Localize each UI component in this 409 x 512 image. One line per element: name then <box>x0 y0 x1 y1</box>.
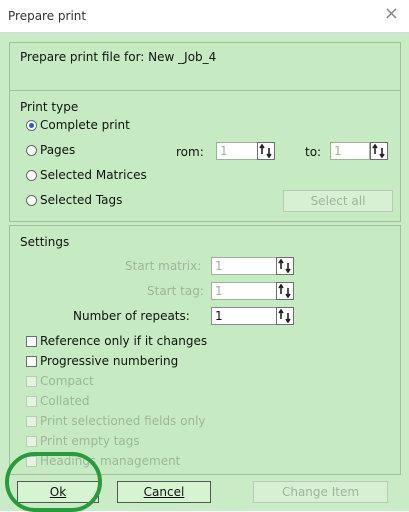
change-item-button[interactable]: Change Item <box>253 481 388 503</box>
prepare-file-label: Prepare print file for: New _Job_4 <box>20 50 217 64</box>
start-tag-spinner[interactable] <box>276 282 294 300</box>
checkbox-progressive-numbering[interactable] <box>26 356 37 367</box>
repeats-label: Number of repeats: <box>73 309 190 323</box>
prepare-file-panel: Prepare print file for: New _Job_4 <box>9 42 401 92</box>
checkbox-empty-tags-label[interactable]: Print empty tags <box>40 434 140 448</box>
checkbox-selectioned-fields-label[interactable]: Print selectioned fields only <box>40 414 206 428</box>
radio-selected-tags-label[interactable]: Selected Tags <box>40 193 122 207</box>
start-matrix-input[interactable]: 1 <box>211 257 281 275</box>
repeats-spinner[interactable] <box>276 307 294 325</box>
checkbox-headings-management-label[interactable]: Headings management <box>40 454 180 468</box>
ok-button[interactable]: Ok <box>17 481 99 503</box>
start-matrix-label: Start matrix: <box>125 259 202 273</box>
spin-arrows-icon <box>278 284 291 298</box>
print-type-group: Print type Complete print Pages rom: 1 t… <box>9 90 401 222</box>
print-type-label: Print type <box>20 100 79 114</box>
radio-selected-matrices-label[interactable]: Selected Matrices <box>40 168 147 182</box>
spin-arrows-icon <box>372 144 385 158</box>
to-input[interactable]: 1 <box>330 142 370 160</box>
title-bar: Prepare print × <box>0 0 409 33</box>
settings-group: Settings Start matrix: 1 Start tag: 1 Nu… <box>9 225 401 475</box>
start-tag-input[interactable]: 1 <box>211 282 281 300</box>
radio-pages[interactable] <box>26 145 37 156</box>
checkbox-reference-only[interactable] <box>26 336 37 347</box>
start-matrix-spinner[interactable] <box>276 257 294 275</box>
checkbox-compact[interactable] <box>26 376 37 387</box>
from-label: rom: <box>176 145 204 159</box>
to-spinner[interactable] <box>370 142 388 160</box>
dialog-footer: Ok Cancel Change Item <box>0 475 409 511</box>
start-tag-label: Start tag: <box>147 284 204 298</box>
radio-pages-label[interactable]: Pages <box>40 143 75 157</box>
checkbox-reference-only-label[interactable]: Reference only if it changes <box>40 334 207 348</box>
checkbox-headings-management[interactable] <box>26 456 37 467</box>
ok-button-label: Ok <box>49 485 67 499</box>
repeats-input[interactable]: 1 <box>211 307 281 325</box>
cancel-button[interactable]: Cancel <box>117 481 211 503</box>
radio-selected-tags[interactable] <box>26 195 37 206</box>
radio-complete-print[interactable] <box>26 120 37 131</box>
spin-arrows-icon <box>259 144 272 158</box>
settings-label: Settings <box>20 235 70 249</box>
spin-arrows-icon <box>278 259 291 273</box>
from-spinner[interactable] <box>257 142 275 160</box>
checkbox-collated-label[interactable]: Collated <box>40 394 89 408</box>
cancel-button-label: Cancel <box>143 485 185 499</box>
window-title: Prepare print <box>8 9 87 23</box>
prepare-print-dialog: Prepare print × Prepare print file for: … <box>0 0 409 512</box>
close-icon[interactable]: × <box>384 5 399 23</box>
to-label: to: <box>305 145 322 159</box>
spin-arrows-icon <box>278 309 291 323</box>
checkbox-empty-tags[interactable] <box>26 436 37 447</box>
checkbox-selectioned-fields[interactable] <box>26 416 37 427</box>
checkbox-collated[interactable] <box>26 396 37 407</box>
checkbox-compact-label[interactable]: Compact <box>40 374 94 388</box>
checkbox-progressive-numbering-label[interactable]: Progressive numbering <box>40 354 178 368</box>
radio-selected-matrices[interactable] <box>26 170 37 181</box>
radio-complete-print-label[interactable]: Complete print <box>40 118 130 132</box>
select-all-button[interactable]: Select all <box>283 190 393 212</box>
